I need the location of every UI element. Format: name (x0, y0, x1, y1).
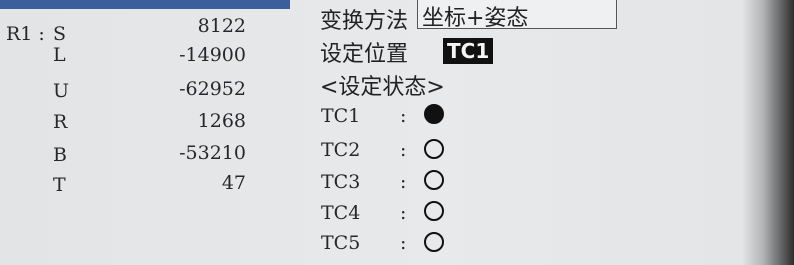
tc1-colon: : (400, 105, 407, 127)
axis-value-l[interactable]: -14900 (126, 44, 246, 66)
axis-name-l: L (53, 44, 66, 66)
set-position-label: 设定位置 (320, 42, 409, 67)
axis-name-t: T (53, 174, 66, 196)
axis-value-r[interactable]: 1268 (126, 110, 246, 132)
tc2-radio-icon[interactable] (424, 139, 444, 159)
tc4-label: TC4 (321, 202, 361, 224)
tc2-colon: : (400, 139, 407, 161)
axis-value-t[interactable]: 47 (126, 172, 246, 194)
title-bar (0, 0, 290, 9)
axis-value-u[interactable]: -62952 (126, 78, 246, 100)
tc1-selected-radio-icon[interactable] (424, 104, 444, 124)
axis-value-b[interactable]: -53210 (126, 142, 246, 164)
tc2-label: TC2 (321, 139, 361, 161)
conversion-method-field[interactable]: 坐标+姿态 (417, 0, 617, 31)
robot-label: R1 : (6, 23, 45, 45)
tc5-label: TC5 (321, 232, 361, 254)
set-state-heading: <设定状态> (320, 75, 445, 100)
tc3-radio-icon[interactable] (424, 170, 444, 190)
tc3-label: TC3 (321, 171, 361, 193)
screen-bezel (742, 0, 794, 265)
axis-name-r: R (53, 111, 68, 133)
tc5-radio-icon[interactable] (424, 232, 444, 252)
tc3-colon: : (400, 171, 407, 193)
tc1-label: TC1 (321, 105, 361, 127)
axis-name-u: U (53, 80, 70, 102)
axis-name-s: S (53, 23, 67, 45)
set-position-value[interactable]: TC1 (443, 38, 494, 64)
conversion-method-value: 坐标+姿态 (422, 6, 529, 31)
axis-value-s[interactable]: 8122 (126, 15, 246, 37)
conversion-method-label: 变换方法 (320, 9, 409, 34)
axis-name-b: B (53, 144, 67, 166)
pendant-screen: R1 : S 8122 L -14900 U -62952 R 1268 B -… (0, 0, 794, 265)
tc5-colon: : (400, 232, 407, 254)
tc4-colon: : (400, 202, 407, 224)
tc4-radio-icon[interactable] (424, 201, 444, 221)
